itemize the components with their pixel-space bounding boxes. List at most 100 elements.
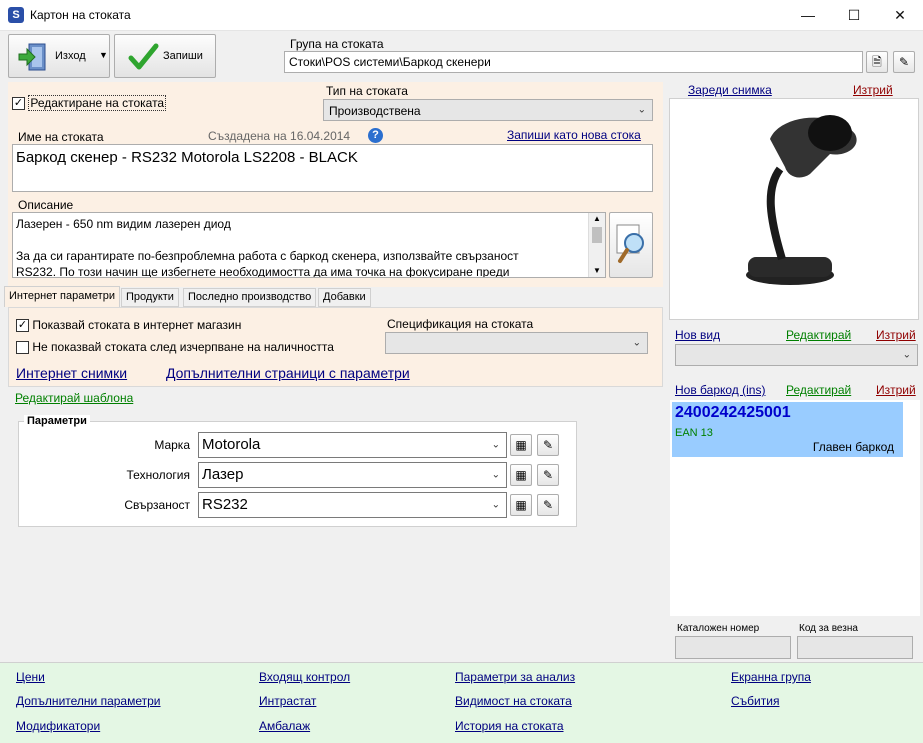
edit-item-checkbox[interactable]: ✓ Редактиране на стоката <box>12 95 167 111</box>
type-caption: Тип на стоката <box>326 84 408 98</box>
spec-caption: Спецификация на стоката <box>387 317 534 331</box>
screen-group-link[interactable]: Екранна група <box>731 670 811 684</box>
extra-params-link[interactable]: Допълнителни параметри <box>16 694 161 708</box>
load-picture-link[interactable]: Зареди снимка <box>688 83 772 97</box>
exit-button[interactable]: Изход ▼ <box>8 34 110 78</box>
internet-pictures-link[interactable]: Интернет снимки <box>16 365 127 381</box>
edit-icon[interactable]: ✎ <box>893 51 915 73</box>
events-link[interactable]: Събития <box>731 694 779 708</box>
visibility-link[interactable]: Видимост на стоката <box>455 694 572 708</box>
group-caption: Група на стоката <box>290 37 384 51</box>
hide-when-out-checkbox[interactable]: Не показвай стоката след изчерпване на н… <box>16 340 334 355</box>
name-field[interactable]: Баркод скенер - RS232 Motorola LS2208 - … <box>12 144 653 192</box>
kind-select[interactable]: ⌄ <box>675 344 918 366</box>
spec-select[interactable]: ⌄ <box>385 332 648 354</box>
description-scrollbar[interactable]: ▲ ▼ <box>588 213 605 277</box>
tab-last-production[interactable]: Последно производство <box>183 288 317 307</box>
new-document-icon[interactable]: 🗎 <box>866 51 888 73</box>
description-line: Лазерен - 650 nm видим лазерен диод <box>16 217 231 231</box>
description-line <box>16 232 587 248</box>
new-kind-link[interactable]: Нов вид <box>675 328 720 342</box>
checkbox-checked-icon: ✓ <box>16 319 29 333</box>
tab-additives[interactable]: Добавки <box>318 288 371 307</box>
packaging-link[interactable]: Амбалаж <box>259 719 310 733</box>
param-list-icon[interactable]: ▦ <box>510 464 532 486</box>
delete-kind-link[interactable]: Изтрий <box>876 328 916 342</box>
param-select-brand[interactable]: Motorola ⌄ <box>198 432 507 458</box>
param-value-connectivity: RS232 <box>202 496 248 513</box>
group-field[interactable]: Стоки\POS системи\Баркод скенери <box>284 51 863 73</box>
chevron-down-icon: ⌄ <box>902 349 911 361</box>
barcode-type: EAN 13 <box>675 427 713 439</box>
edit-kind-link[interactable]: Редактирай <box>786 328 851 342</box>
type-select[interactable]: Производствена ⌄ <box>323 99 653 121</box>
chevron-down-icon: ⌄ <box>491 469 500 481</box>
name-caption: Име на стоката <box>18 130 104 144</box>
incoming-control-link[interactable]: Входящ контрол <box>259 670 350 684</box>
barcode-note: Главен баркод <box>812 440 894 454</box>
close-button[interactable]: ✕ <box>877 0 923 31</box>
dropdown-arrow-icon[interactable]: ▼ <box>99 50 108 60</box>
delete-picture-link[interactable]: Изтрий <box>853 83 893 97</box>
minimize-button[interactable]: — <box>785 0 831 31</box>
scroll-thumb[interactable] <box>592 227 602 243</box>
show-in-shop-checkbox[interactable]: ✓ Показвай стоката в интернет магазин <box>16 318 242 333</box>
description-line: RS232. По този начин ще избегнете необхо… <box>16 265 510 278</box>
edit-item-label: Редактиране на стоката <box>28 95 167 111</box>
barcode-code: 2400242425001 <box>675 404 791 421</box>
description-field[interactable]: Лазерен - 650 nm видим лазерен диод За д… <box>12 212 606 278</box>
hide-when-out-label: Не показвай стоката след изчерпване на н… <box>32 340 334 354</box>
extra-pages-link[interactable]: Допълнителни страници с параметри <box>166 365 410 381</box>
chevron-down-icon: ⌄ <box>491 499 500 511</box>
param-label-technology: Технология <box>126 468 191 482</box>
param-select-technology[interactable]: Лазер ⌄ <box>198 462 507 488</box>
title-bar: S Картон на стоката — ☐ ✕ <box>0 0 923 31</box>
param-list-icon[interactable]: ▦ <box>510 494 532 516</box>
parameters-title: Параметри <box>24 415 90 427</box>
history-link[interactable]: История на стоката <box>455 719 564 733</box>
modifiers-link[interactable]: Модификатори <box>16 719 100 733</box>
help-icon[interactable]: ? <box>368 128 383 143</box>
tab-internet-params[interactable]: Интернет параметри <box>4 286 120 307</box>
chevron-down-icon: ⌄ <box>632 337 641 349</box>
exit-door-icon <box>18 43 46 71</box>
param-edit-icon[interactable]: ✎ <box>537 464 559 486</box>
save-as-new-link[interactable]: Запиши като нова стока <box>507 128 641 142</box>
save-label: Запиши <box>163 50 203 62</box>
param-label-connectivity: Свързаност <box>124 498 190 512</box>
scale-field[interactable] <box>797 636 913 659</box>
param-edit-icon[interactable]: ✎ <box>537 434 559 456</box>
prices-link[interactable]: Цени <box>16 670 45 684</box>
catalog-caption: Каталожен номер <box>677 623 760 634</box>
checkbox-checked-icon: ✓ <box>12 97 25 111</box>
edit-barcode-link[interactable]: Редактирай <box>786 383 851 397</box>
type-value: Производствена <box>329 104 421 118</box>
barcode-scanner-image <box>746 115 857 285</box>
catalog-field[interactable] <box>675 636 791 659</box>
show-in-shop-label: Показвай стоката в интернет магазин <box>32 318 242 332</box>
intrastat-link[interactable]: Интрастат <box>259 694 316 708</box>
param-edit-icon[interactable]: ✎ <box>537 494 559 516</box>
param-list-icon[interactable]: ▦ <box>510 434 532 456</box>
analysis-params-link[interactable]: Параметри за анализ <box>455 670 575 684</box>
new-barcode-link[interactable]: Нов баркод (ins) <box>675 383 765 397</box>
param-value-technology: Лазер <box>202 466 244 483</box>
magnifier-document-icon <box>616 224 644 263</box>
app-icon: S <box>8 7 24 23</box>
param-select-connectivity[interactable]: RS232 ⌄ <box>198 492 507 518</box>
preview-button[interactable] <box>609 212 653 278</box>
chevron-down-icon: ⌄ <box>491 439 500 451</box>
maximize-button[interactable]: ☐ <box>831 0 877 31</box>
checkmark-icon <box>128 43 159 70</box>
tab-products[interactable]: Продукти <box>121 288 179 307</box>
window-title: Картон на стоката <box>30 8 131 22</box>
product-picture <box>669 98 919 320</box>
description-line: За да си гарантирате по-безпроблемна раб… <box>16 249 519 263</box>
scroll-down-icon[interactable]: ▼ <box>589 265 605 277</box>
save-button[interactable]: Запиши <box>114 34 216 78</box>
delete-barcode-link[interactable]: Изтрий <box>876 383 916 397</box>
edit-template-link[interactable]: Редактирай шаблона <box>15 391 133 405</box>
barcode-item[interactable]: 2400242425001 EAN 13 Главен баркод <box>672 402 903 457</box>
scroll-up-icon[interactable]: ▲ <box>589 213 605 225</box>
chevron-down-icon: ⌄ <box>637 104 646 116</box>
